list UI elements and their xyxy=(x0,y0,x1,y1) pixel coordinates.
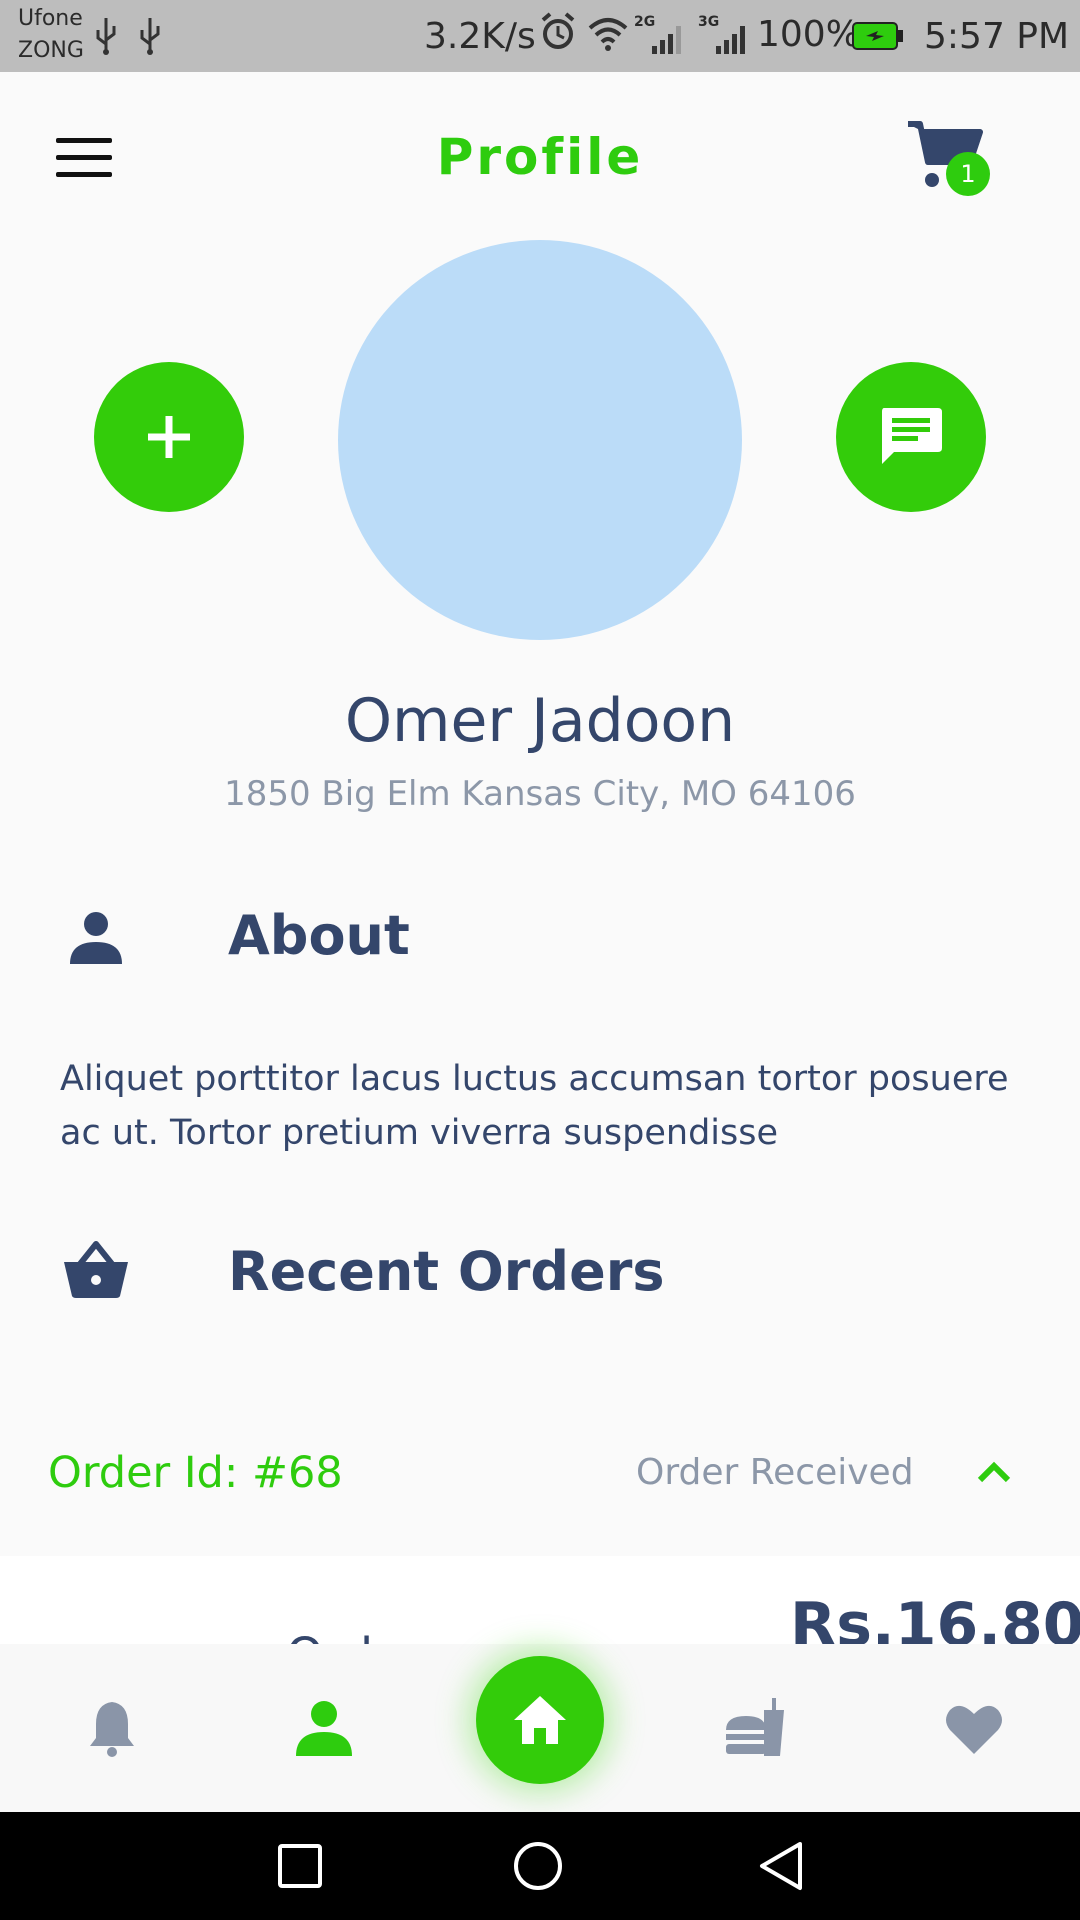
person-icon[interactable] xyxy=(292,1696,356,1760)
bell-icon[interactable] xyxy=(80,1696,144,1760)
back-icon[interactable] xyxy=(756,1840,806,1892)
signal-icon xyxy=(652,26,681,54)
wifi-icon xyxy=(588,18,628,51)
order-id[interactable]: Order Id: #68 xyxy=(48,1448,343,1498)
add-button[interactable] xyxy=(94,362,244,512)
battery-percent: 100% xyxy=(757,14,860,55)
profile-address: 1850 Big Elm Kansas City, MO 64106 xyxy=(224,774,856,814)
message-icon xyxy=(882,408,942,464)
carrier-primary: Ufone xyxy=(18,6,83,31)
cart-count-badge: 1 xyxy=(946,152,990,196)
home-system-icon[interactable] xyxy=(512,1840,564,1892)
alarm-icon xyxy=(541,12,575,49)
recent-orders-title: Recent Orders xyxy=(228,1240,665,1303)
signal-icon xyxy=(716,26,745,54)
about-title: About xyxy=(228,904,410,967)
home-icon xyxy=(514,1696,566,1744)
profile-name: Omer Jadoon xyxy=(344,686,736,756)
clock: 5:57 PM xyxy=(924,16,1070,57)
system-nav-bar xyxy=(0,1812,1080,1920)
food-icon[interactable] xyxy=(724,1696,788,1760)
avatar-clip xyxy=(300,200,780,240)
person-icon xyxy=(70,912,122,964)
plus-icon xyxy=(148,416,190,458)
status-bar: Ufone ZONG 3.2K/s 2G 3G 100% 5:57 PM xyxy=(0,0,1080,72)
heart-icon[interactable] xyxy=(942,1696,1006,1760)
message-button[interactable] xyxy=(836,362,986,512)
chevron-up-icon[interactable] xyxy=(974,1452,1014,1492)
order-status: Order Received xyxy=(636,1452,914,1493)
home-button[interactable] xyxy=(476,1656,604,1784)
avatar[interactable] xyxy=(338,240,742,640)
battery-charging-icon xyxy=(852,22,903,50)
recent-apps-icon[interactable] xyxy=(276,1842,324,1890)
usb-icon xyxy=(96,18,116,55)
about-text: Aliquet porttitor lacus luctus accumsan … xyxy=(60,1059,1009,1153)
basket-icon xyxy=(64,1241,128,1298)
net-speed: 3.2K/s xyxy=(424,16,536,57)
carrier-secondary: ZONG xyxy=(18,38,84,63)
usb-icon xyxy=(140,18,160,55)
